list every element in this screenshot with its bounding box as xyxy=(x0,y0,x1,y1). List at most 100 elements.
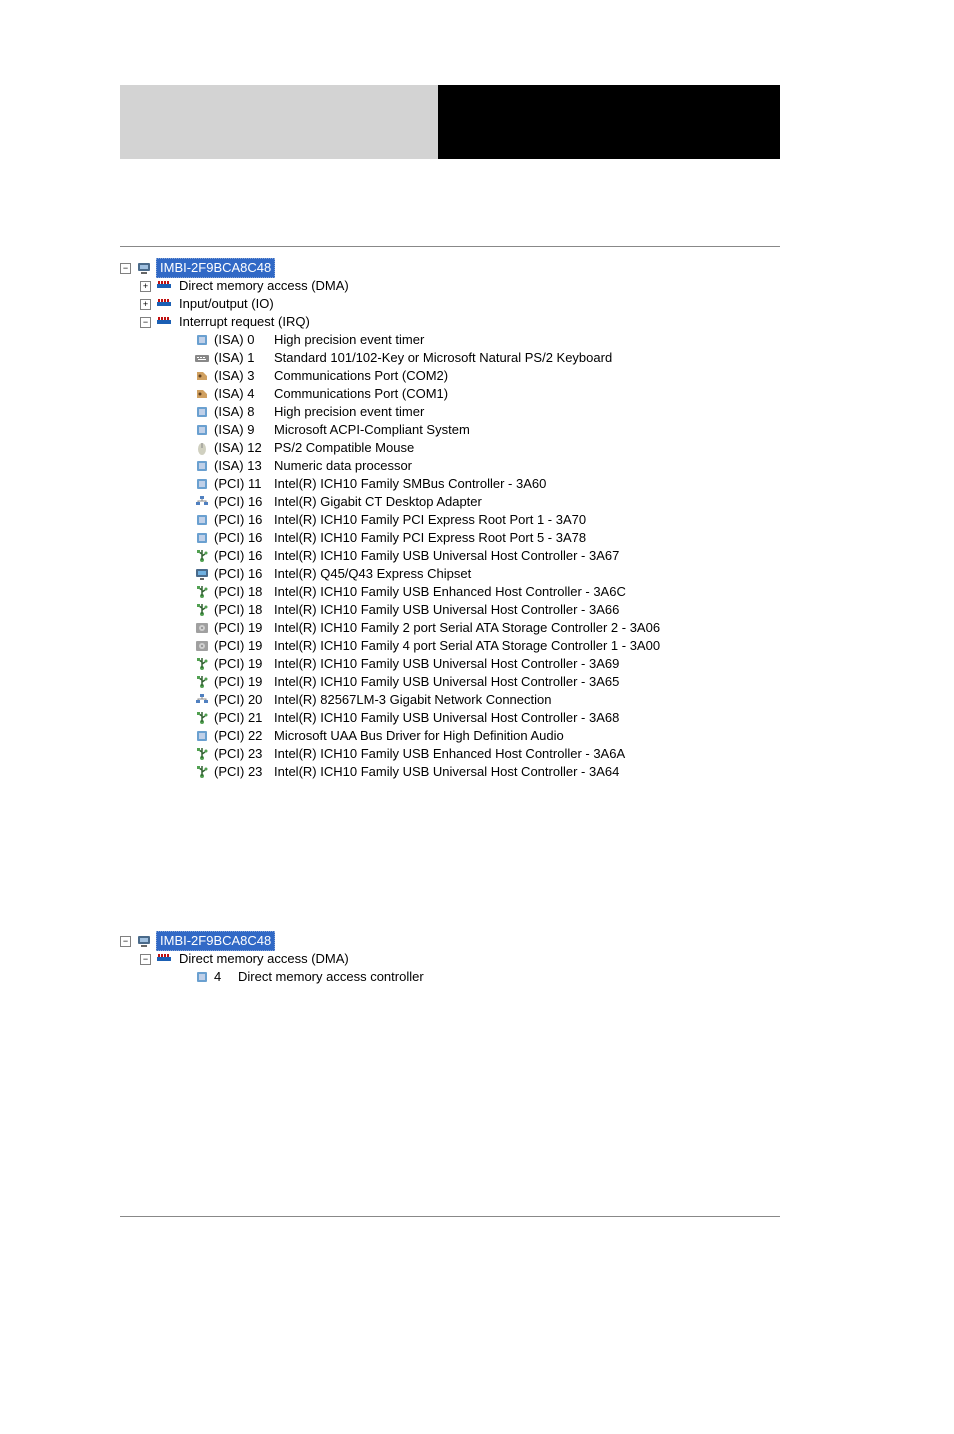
usb-icon xyxy=(194,764,210,780)
category-label: Interrupt request (IRQ) xyxy=(176,313,313,331)
chip-icon xyxy=(194,476,210,492)
irq-item[interactable]: (ISA) 9Microsoft ACPI-Compliant System xyxy=(194,421,660,439)
device-tree-irq: − IMBI-2F9BCA8C48 + Direct memory access… xyxy=(120,259,660,781)
usb-icon xyxy=(194,746,210,762)
chip-icon xyxy=(194,332,210,348)
irq-item[interactable]: (ISA) 13Numeric data processor xyxy=(194,457,660,475)
irq-item[interactable]: (ISA) 3Communications Port (COM2) xyxy=(194,367,660,385)
header-left-block xyxy=(120,85,438,159)
item-slot: (PCI) 16 xyxy=(214,493,274,511)
item-description: Microsoft UAA Bus Driver for High Defini… xyxy=(274,727,564,745)
item-description: Intel(R) Gigabit CT Desktop Adapter xyxy=(274,493,482,511)
item-slot: (ISA) 9 xyxy=(214,421,274,439)
irq-item[interactable]: (PCI) 16Intel(R) ICH10 Family USB Univer… xyxy=(194,547,660,565)
item-description: Intel(R) ICH10 Family 2 port Serial ATA … xyxy=(274,619,660,637)
divider-bottom xyxy=(120,1216,780,1217)
page-header xyxy=(120,85,780,159)
usb-icon xyxy=(194,710,210,726)
computer-icon xyxy=(136,933,152,949)
irq-item[interactable]: (PCI) 18Intel(R) ICH10 Family USB Enhanc… xyxy=(194,583,660,601)
chip-icon xyxy=(194,728,210,744)
category-dma-expanded[interactable]: − Direct memory access (DMA) xyxy=(140,950,424,968)
item-slot: (ISA) 4 xyxy=(214,385,274,403)
chip-icon xyxy=(194,530,210,546)
irq-item[interactable]: (ISA) 1Standard 101/102-Key or Microsoft… xyxy=(194,349,660,367)
item-slot: (PCI) 11 xyxy=(214,475,274,493)
item-description: Communications Port (COM2) xyxy=(274,367,448,385)
category-icon xyxy=(156,951,172,967)
device-tree-dma: − IMBI-2F9BCA8C48 − Direct memory access… xyxy=(120,932,424,986)
irq-item[interactable]: (PCI) 11Intel(R) ICH10 Family SMBus Cont… xyxy=(194,475,660,493)
chip-icon xyxy=(194,404,210,420)
tree-root[interactable]: − IMBI-2F9BCA8C48 xyxy=(120,932,424,950)
item-description: Intel(R) ICH10 Family SMBus Controller -… xyxy=(274,475,546,493)
item-description: Numeric data processor xyxy=(274,457,412,475)
usb-icon xyxy=(194,656,210,672)
category-io[interactable]: + Input/output (IO) xyxy=(140,295,660,313)
irq-item[interactable]: (ISA) 4Communications Port (COM1) xyxy=(194,385,660,403)
irq-item[interactable]: (PCI) 23Intel(R) ICH10 Family USB Univer… xyxy=(194,763,660,781)
divider-top xyxy=(120,246,780,247)
item-description: Standard 101/102-Key or Microsoft Natura… xyxy=(274,349,612,367)
item-description: Intel(R) ICH10 Family PCI Express Root P… xyxy=(274,511,586,529)
item-slot: (PCI) 20 xyxy=(214,691,274,709)
category-icon xyxy=(156,314,172,330)
usb-icon xyxy=(194,674,210,690)
usb-icon xyxy=(194,548,210,564)
header-right-block xyxy=(438,85,780,159)
dma-item[interactable]: 4 Direct memory access controller xyxy=(194,968,424,986)
item-slot: (ISA) 1 xyxy=(214,349,274,367)
category-label: Input/output (IO) xyxy=(176,295,277,313)
item-slot: (PCI) 16 xyxy=(214,529,274,547)
irq-item[interactable]: (PCI) 19Intel(R) ICH10 Family 2 port Ser… xyxy=(194,619,660,637)
chip-icon xyxy=(194,969,210,985)
root-node-label[interactable]: IMBI-2F9BCA8C48 xyxy=(156,931,275,951)
net-icon xyxy=(194,692,210,708)
display-icon xyxy=(194,566,210,582)
irq-item[interactable]: (PCI) 16Intel(R) ICH10 Family PCI Expres… xyxy=(194,529,660,547)
item-slot: (PCI) 18 xyxy=(214,583,274,601)
irq-item[interactable]: (PCI) 16Intel(R) ICH10 Family PCI Expres… xyxy=(194,511,660,529)
tree-root[interactable]: − IMBI-2F9BCA8C48 xyxy=(120,259,660,277)
item-slot: (ISA) 3 xyxy=(214,367,274,385)
irq-item[interactable]: (PCI) 23Intel(R) ICH10 Family USB Enhanc… xyxy=(194,745,660,763)
irq-item[interactable]: (PCI) 19Intel(R) ICH10 Family 4 port Ser… xyxy=(194,637,660,655)
category-irq[interactable]: − Interrupt request (IRQ) xyxy=(140,313,660,331)
irq-item[interactable]: (ISA) 12PS/2 Compatible Mouse xyxy=(194,439,660,457)
item-description: High precision event timer xyxy=(274,403,424,421)
root-node-label[interactable]: IMBI-2F9BCA8C48 xyxy=(156,258,275,278)
irq-item[interactable]: (PCI) 16Intel(R) Gigabit CT Desktop Adap… xyxy=(194,493,660,511)
item-description: Intel(R) ICH10 Family USB Universal Host… xyxy=(274,763,619,781)
irq-item[interactable]: (ISA) 0High precision event timer xyxy=(194,331,660,349)
category-icon xyxy=(156,296,172,312)
item-description: Intel(R) ICH10 Family USB Universal Host… xyxy=(274,673,619,691)
irq-item[interactable]: (PCI) 19Intel(R) ICH10 Family USB Univer… xyxy=(194,673,660,691)
expand-toggle-icon[interactable]: − xyxy=(140,317,151,328)
item-description: Communications Port (COM1) xyxy=(274,385,448,403)
irq-item[interactable]: (ISA) 8High precision event timer xyxy=(194,403,660,421)
expand-toggle-icon[interactable]: + xyxy=(140,299,151,310)
category-dma[interactable]: + Direct memory access (DMA) xyxy=(140,277,660,295)
item-slot: (PCI) 19 xyxy=(214,673,274,691)
expand-toggle-icon[interactable]: − xyxy=(120,263,131,274)
disk-icon xyxy=(194,620,210,636)
item-description: Intel(R) ICH10 Family USB Enhanced Host … xyxy=(274,745,625,763)
item-slot: (PCI) 23 xyxy=(214,745,274,763)
expand-toggle-icon[interactable]: + xyxy=(140,281,151,292)
irq-item[interactable]: (PCI) 19Intel(R) ICH10 Family USB Univer… xyxy=(194,655,660,673)
item-slot: 4 xyxy=(214,968,238,986)
irq-item[interactable]: (PCI) 18Intel(R) ICH10 Family USB Univer… xyxy=(194,601,660,619)
irq-item[interactable]: (PCI) 16Intel(R) Q45/Q43 Express Chipset xyxy=(194,565,660,583)
expand-toggle-icon[interactable]: − xyxy=(140,954,151,965)
computer-icon xyxy=(136,260,152,276)
expand-toggle-icon[interactable]: − xyxy=(120,936,131,947)
chip-icon xyxy=(194,422,210,438)
item-slot: (PCI) 23 xyxy=(214,763,274,781)
irq-item[interactable]: (PCI) 22Microsoft UAA Bus Driver for Hig… xyxy=(194,727,660,745)
category-label: Direct memory access (DMA) xyxy=(176,950,352,968)
item-slot: (PCI) 19 xyxy=(214,655,274,673)
item-description: Intel(R) ICH10 Family PCI Express Root P… xyxy=(274,529,586,547)
irq-item[interactable]: (PCI) 21Intel(R) ICH10 Family USB Univer… xyxy=(194,709,660,727)
item-description: Intel(R) ICH10 Family USB Universal Host… xyxy=(274,547,619,565)
irq-item[interactable]: (PCI) 20Intel(R) 82567LM-3 Gigabit Netwo… xyxy=(194,691,660,709)
